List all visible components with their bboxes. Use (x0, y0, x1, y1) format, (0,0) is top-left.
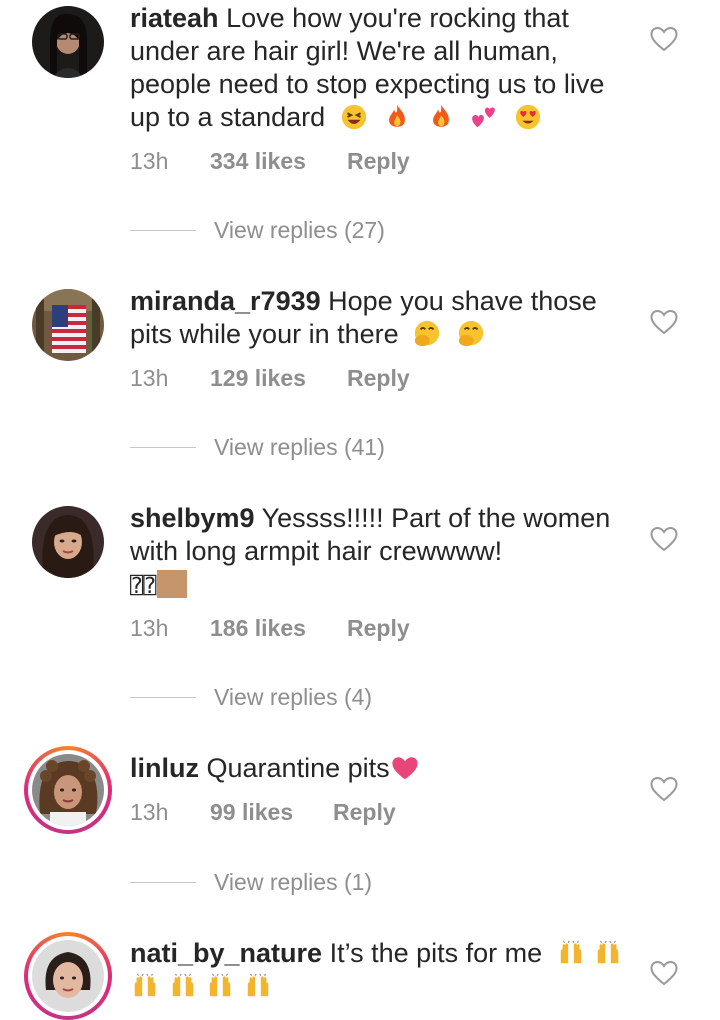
fire-emoji-icon (389, 104, 406, 127)
avatar[interactable] (32, 754, 104, 826)
comment-time: 13h (130, 365, 169, 391)
laughing-face-emoji-icon (341, 104, 366, 130)
comment-likes[interactable]: 334 likes (210, 146, 306, 176)
divider-line (130, 882, 196, 883)
comment-username[interactable]: shelbym9 (130, 503, 255, 533)
comment-text: nati_by_nature It’s the pits for me (130, 937, 635, 1003)
heart-eyes-emoji-icon (515, 104, 540, 130)
comment-username[interactable]: riateah (130, 3, 219, 33)
heart-outline-icon[interactable] (650, 776, 678, 802)
comment-time: 13h (130, 799, 169, 825)
raised-hands-emoji-icon (209, 973, 231, 997)
two-hearts-emoji-icon (472, 107, 496, 128)
hand-over-mouth-emoji-icon (458, 320, 483, 347)
comment-username[interactable]: nati_by_nature (130, 938, 322, 968)
raised-hands-emoji-group (130, 971, 273, 1001)
comment-text: linluz Quarantine pits (130, 752, 635, 785)
raised-hands-emoji-icon (134, 973, 156, 997)
comment-time: 13h (130, 615, 169, 641)
avatar-story-ring[interactable] (24, 932, 112, 1020)
skin-tone-swatch-icon (156, 570, 187, 598)
raised-hands-emoji-group (550, 938, 624, 968)
divider-line (130, 697, 196, 698)
comment-likes[interactable]: 186 likes (210, 613, 306, 643)
heart-outline-icon[interactable] (650, 960, 678, 986)
comment-text: miranda_r7939 Hope you shave those pits … (130, 285, 635, 351)
raised-hands-emoji-icon (172, 973, 193, 997)
reply-button[interactable]: Reply (347, 613, 410, 643)
heart-outline-icon[interactable] (650, 26, 678, 52)
avatar[interactable] (32, 506, 104, 578)
reply-button[interactable]: Reply (333, 797, 396, 827)
comment-likes[interactable]: 99 likes (210, 797, 293, 827)
avatar[interactable] (32, 6, 104, 78)
reply-button[interactable]: Reply (347, 363, 410, 393)
view-replies-label[interactable]: View replies (1) (214, 867, 372, 897)
heart-outline-icon[interactable] (650, 309, 678, 335)
red-heart-emoji-icon (392, 757, 418, 780)
avatar[interactable] (32, 289, 104, 361)
comment-text: shelbym9 Yessss!!!!! Part of the women w… (130, 502, 635, 603)
comment-username[interactable]: miranda_r7939 (130, 286, 321, 316)
comment-body: Quarantine pits (206, 753, 390, 783)
reply-button[interactable]: Reply (347, 146, 410, 176)
fire-emoji-icon (432, 104, 449, 127)
heart-outline-icon[interactable] (650, 526, 678, 552)
unrendered-emoji-chars: ⍰⍰ (130, 574, 157, 599)
comment-body: It’s the pits for me (329, 938, 543, 968)
view-replies-label[interactable]: View replies (4) (214, 682, 372, 712)
view-replies-label[interactable]: View replies (41) (214, 432, 385, 462)
hand-over-mouth-emoji-icon (415, 320, 440, 347)
avatar-story-ring[interactable] (24, 746, 112, 834)
comment-username[interactable]: linluz (130, 753, 199, 783)
raised-hands-emoji-icon (597, 940, 619, 964)
comment-text: riateah Love how you're rocking that und… (130, 2, 635, 134)
raised-hands-emoji-icon (247, 973, 268, 997)
avatar[interactable] (32, 940, 104, 1012)
divider-line (130, 230, 196, 231)
comment-likes[interactable]: 129 likes (210, 363, 306, 393)
divider-line (130, 447, 196, 448)
view-replies-label[interactable]: View replies (27) (214, 215, 385, 245)
comment-time: 13h (130, 148, 169, 174)
raised-hands-emoji-icon (560, 940, 581, 964)
